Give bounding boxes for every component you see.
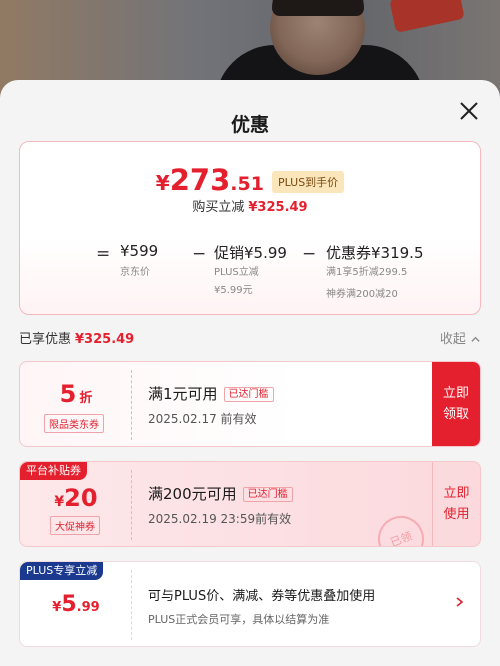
promo-sub-2: ¥5.99元 bbox=[214, 285, 253, 296]
plus-desc-line-1: 可与PLUS价、满减、券等优惠叠加使用 bbox=[148, 589, 376, 604]
promo-sub-1: PLUS立减 bbox=[214, 267, 259, 278]
chevron-right-icon[interactable] bbox=[452, 595, 466, 609]
discount-sheet: 优惠 ¥273.51 PLUS到手价 购买立减 ¥325.49 = ¥599 京东… bbox=[0, 80, 500, 666]
coupon-amount: 5折 bbox=[59, 380, 93, 408]
coupon-value: 优惠券¥319.5 bbox=[326, 244, 424, 262]
chevron-up-icon bbox=[471, 336, 480, 342]
collapse-toggle[interactable]: 收起 bbox=[440, 328, 481, 347]
price-summary-card: ¥273.51 PLUS到手价 购买立减 ¥325.49 = ¥599 京东价 −… bbox=[19, 141, 481, 315]
plus-desc-line-2: PLUS正式会员可享，具体以结算为准 bbox=[148, 613, 330, 626]
claimed-stamp: 已领 bbox=[371, 509, 431, 546]
coupon-expiry: 2025.02.19 23:59前有效 bbox=[148, 512, 292, 526]
buy-discount-row: 购买立减 ¥325.49 bbox=[192, 200, 308, 215]
coupon-card-discount: 5折 限品类东券 满1元可用 已达门槛 2025.02.17 前有效 立即领取 bbox=[19, 361, 481, 447]
coupon-condition: 满1元可用 已达门槛 bbox=[148, 383, 274, 404]
base-price-value: ¥599 bbox=[120, 242, 159, 260]
base-price-label: 京东价 bbox=[120, 267, 150, 278]
sheet-title: 优惠 bbox=[230, 114, 269, 136]
coupon-promo-tag: 大促神券 bbox=[50, 516, 100, 535]
coupon-expiry: 2025.02.17 前有效 bbox=[148, 412, 257, 426]
use-coupon-button[interactable]: 立即使用 bbox=[432, 462, 480, 546]
coupon-card-platform: 平台补贴券 ¥20 大促神券 满200元可用 已达门槛 2025.02.19 23… bbox=[19, 461, 481, 547]
close-button[interactable] bbox=[458, 100, 480, 122]
claim-coupon-button[interactable]: 立即领取 bbox=[432, 362, 480, 446]
close-icon bbox=[460, 102, 478, 120]
price-breakdown: = ¥599 京东价 − 促销¥5.99 PLUS立减 ¥5.99元 − 优惠券… bbox=[96, 242, 466, 312]
coupon-condition: 满200元可用 已达门槛 bbox=[148, 483, 293, 504]
minus-sign-1: − bbox=[192, 244, 207, 264]
plus-price-badge: PLUS到手价 bbox=[271, 171, 345, 193]
coupon-sub-2: 神券满200减20 bbox=[326, 289, 398, 300]
applied-discounts-label: 已享优惠 ¥325.49 bbox=[19, 332, 135, 347]
equals-sign: = bbox=[96, 244, 111, 264]
promo-value: 促销¥5.99 bbox=[214, 244, 287, 262]
final-price: ¥273.51 bbox=[155, 163, 264, 197]
coupon-amount: ¥20 bbox=[54, 484, 98, 512]
minus-sign-2: − bbox=[302, 244, 317, 264]
coupon-sub-1: 满1享5折减299.5 bbox=[326, 267, 408, 278]
plus-discount-amount: ¥5.99 bbox=[52, 592, 100, 617]
coupon-category-tag: 限品类东券 bbox=[44, 414, 104, 433]
plus-discount-card[interactable]: PLUS专享立减 ¥5.99 可与PLUS价、满减、券等优惠叠加使用 PLUS正… bbox=[19, 561, 481, 647]
